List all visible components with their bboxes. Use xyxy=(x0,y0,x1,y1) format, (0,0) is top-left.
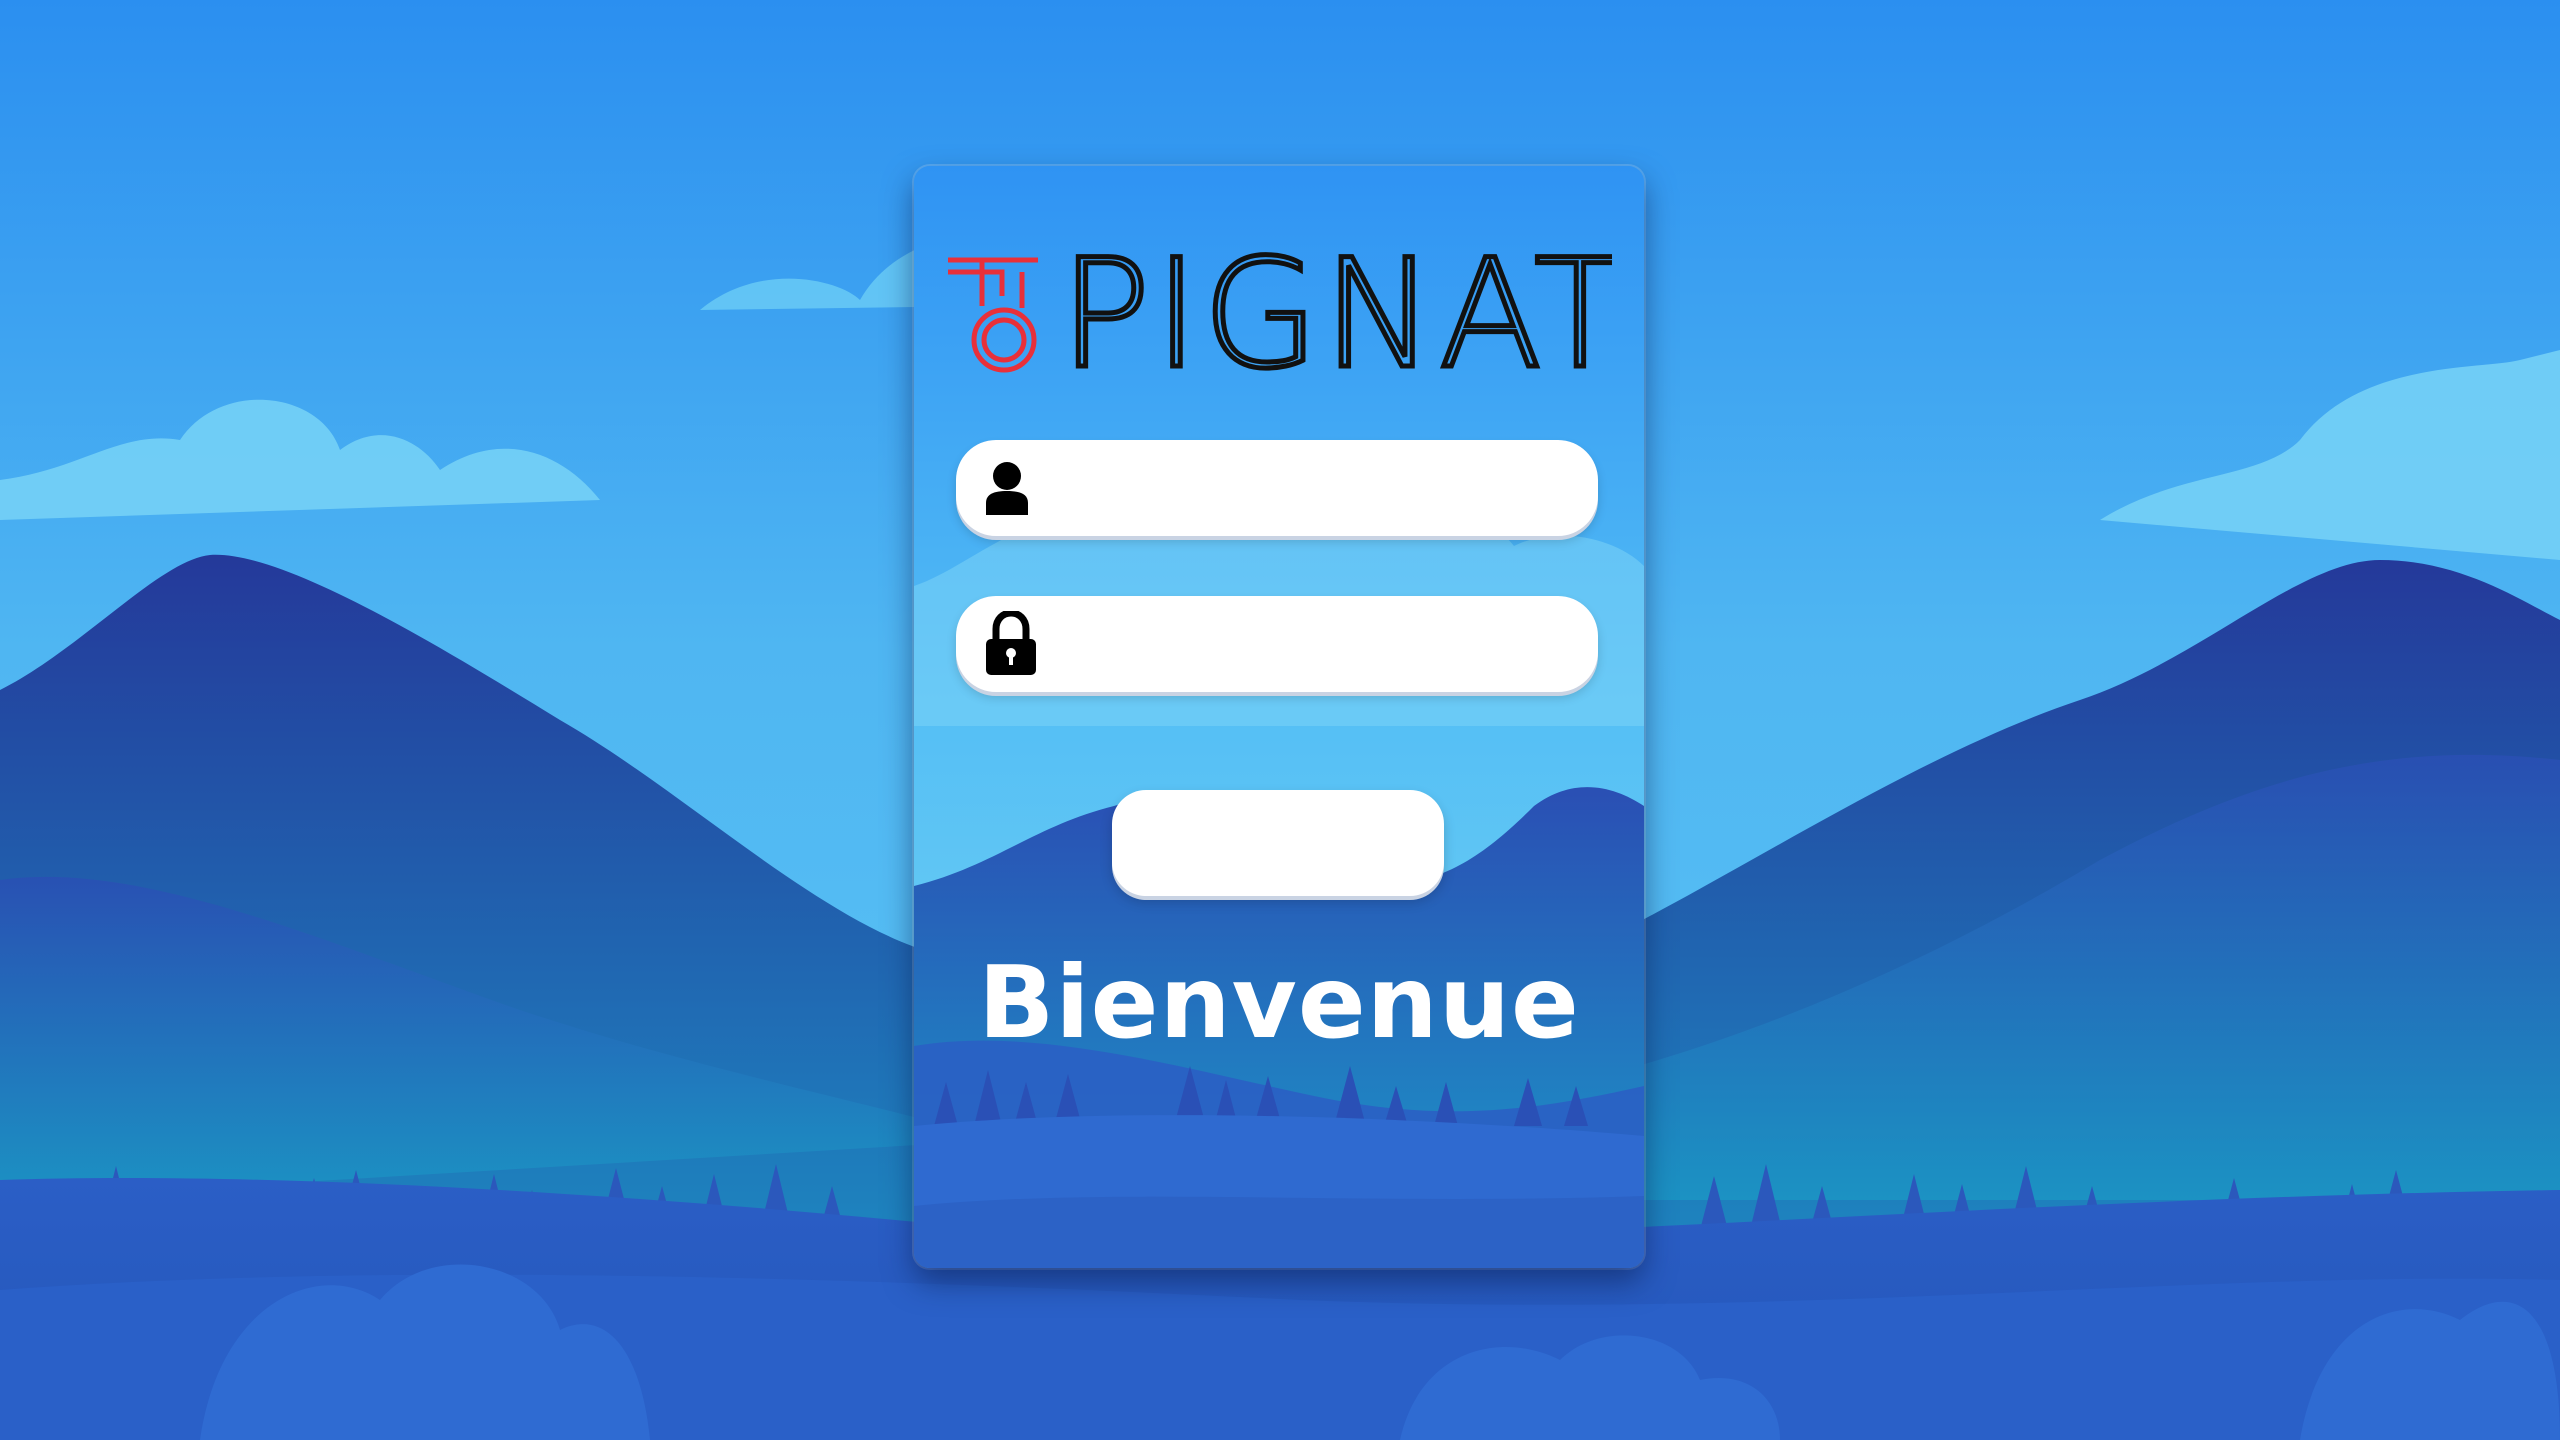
username-field[interactable] xyxy=(956,440,1598,536)
logo-mark xyxy=(948,257,1038,373)
pignat-logo: PIGNAT xyxy=(948,236,1612,376)
username-input[interactable] xyxy=(1050,447,1569,529)
welcome-text: Bienvenue xyxy=(978,944,1580,1061)
login-button[interactable] xyxy=(1112,790,1444,896)
logo-wordmark: PIGNAT xyxy=(1060,236,1612,376)
password-field[interactable] xyxy=(956,596,1598,692)
login-card: PIGNAT Bienvenue xyxy=(914,166,1644,1268)
password-input[interactable] xyxy=(1058,603,1577,685)
lock-icon xyxy=(984,608,1038,680)
user-icon xyxy=(984,452,1030,524)
